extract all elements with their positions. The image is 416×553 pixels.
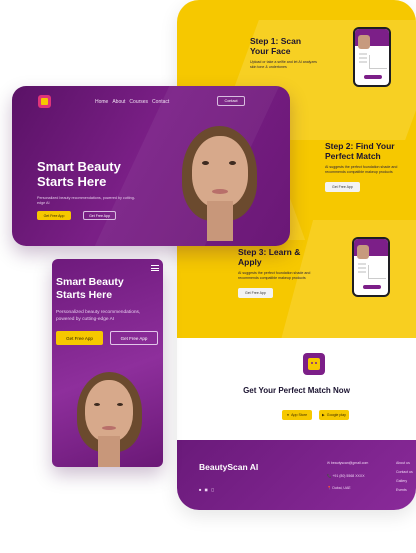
hero-title: Smart Beauty Starts Here — [37, 159, 121, 189]
social-icons[interactable]: ■ ◼ ◻ — [199, 487, 215, 492]
mobile-secondary-app-button[interactable]: Get Free App — [110, 331, 158, 345]
app-store-badge[interactable]: ● App Store — [282, 410, 312, 420]
cta-title: Get Your Perfect Match Now — [243, 386, 350, 395]
step-1-title: Step 1: Scan Your Face — [250, 36, 302, 56]
landing-page-mockup: Step 1: Scan Your Face Upload or take a … — [177, 0, 416, 510]
step-1: Step 1: Scan Your Face Upload or take a … — [250, 36, 320, 70]
step-2-text: AI suggests the perfect foundation shade… — [325, 165, 398, 174]
app-logo-icon — [303, 353, 325, 375]
footer-link-contact[interactable]: Contact us — [396, 470, 413, 474]
get-free-app-button[interactable]: Get Free App — [37, 211, 71, 220]
app-store-label: App Store — [291, 413, 308, 417]
footer-brand: BeautyScan AI — [199, 462, 259, 472]
mobile-hero-mockup: Smart Beauty Starts Here Personalized be… — [52, 259, 163, 467]
desktop-hero-mockup: Home About Courses Contact Contact Smart… — [12, 86, 290, 246]
footer-link-about[interactable]: About us — [396, 461, 410, 465]
hero-subtitle: Personalized beauty recommendations, pow… — [37, 196, 135, 205]
footer: BeautyScan AI ■ ◼ ◻ ✉ beautyscan@gmail.c… — [177, 440, 416, 510]
contact-button[interactable]: Contact — [217, 96, 245, 106]
footer-link-gallery[interactable]: Gallery — [396, 479, 407, 483]
step-3-title: Step 3: Learn & Apply — [238, 247, 301, 267]
brand-logo-icon[interactable] — [38, 95, 51, 108]
nav-home[interactable]: Home — [95, 99, 108, 105]
nav-courses[interactable]: Courses — [129, 99, 148, 105]
secondary-app-button[interactable]: Get Free App — [83, 211, 116, 220]
nav-contact[interactable]: Contact — [152, 99, 169, 105]
mobile-hero-title: Smart Beauty Starts Here — [56, 276, 124, 301]
google-play-label: Google play — [326, 413, 346, 417]
footer-phone[interactable]: 📞 +91 (80) 5568 XXXX — [327, 474, 365, 478]
hero-portrait-image — [162, 121, 277, 246]
step-2: Step 2: Find Your Perfect Match AI sugge… — [325, 141, 405, 193]
step-2-title: Step 2: Find Your Perfect Match — [325, 141, 395, 161]
step-3-get-app-button[interactable]: Get Free App — [238, 288, 273, 298]
phone-mockup-2 — [352, 237, 390, 297]
mobile-portrait-image — [67, 364, 152, 467]
google-play-badge[interactable]: ▶ Google play — [319, 410, 349, 420]
nav-about[interactable]: About — [112, 99, 125, 105]
footer-email[interactable]: ✉ beautyscan@gmail.com — [327, 461, 368, 465]
step-3: Step 3: Learn & Apply AI suggests the pe… — [238, 247, 313, 299]
hamburger-menu-icon[interactable] — [151, 265, 159, 271]
mobile-get-free-app-button[interactable]: Get Free App — [56, 331, 103, 345]
phone-mockup-1 — [353, 27, 391, 87]
step-2-get-app-button[interactable]: Get Free App — [325, 182, 360, 192]
apple-icon: ● — [286, 413, 290, 417]
mobile-hero-subtitle: Personalized beauty recommendations, pow… — [56, 310, 141, 322]
mockup-stage: Step 1: Scan Your Face Upload or take a … — [0, 0, 416, 553]
desktop-nav: Home About Courses Contact — [95, 99, 169, 105]
step-3-text: AI suggests the perfect foundation shade… — [238, 271, 311, 280]
footer-link-events[interactable]: Events — [396, 488, 407, 492]
footer-location: 📍 Dubai, UAE — [327, 486, 351, 490]
play-icon: ▶ — [322, 413, 325, 417]
step-1-text: Upload or take a selfie and let AI analy… — [250, 60, 317, 69]
